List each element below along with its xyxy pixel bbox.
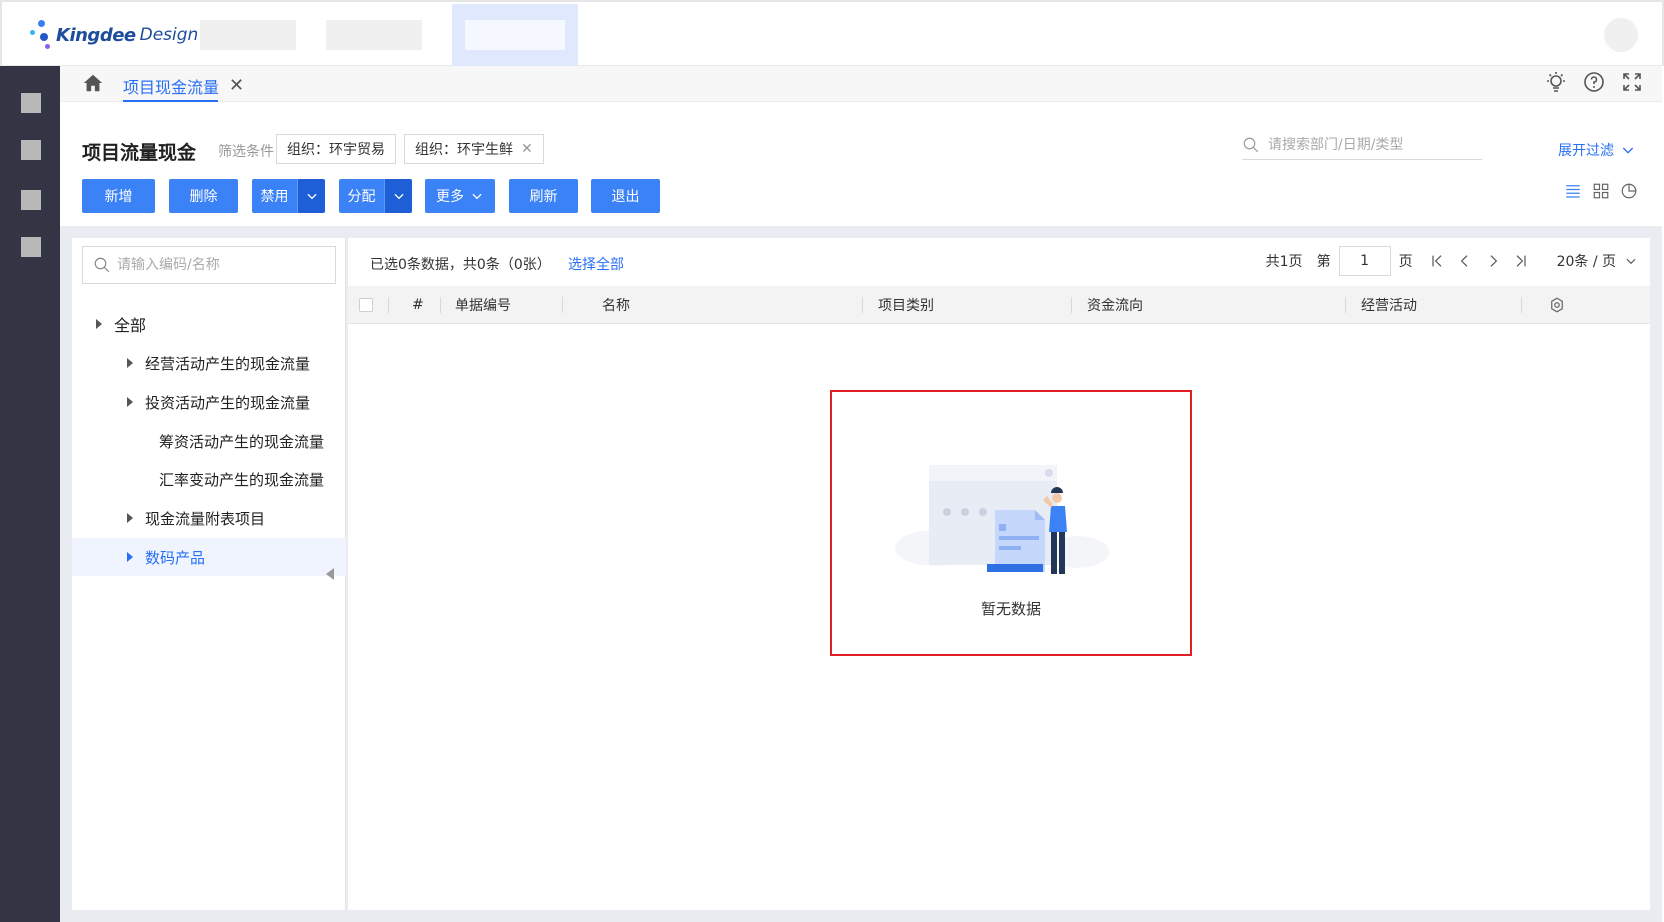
exit-button[interactable]: 退出 [591,179,660,213]
chevron-down-icon [1622,147,1634,154]
tree-item-supplementary[interactable]: 现金流量附表项目 [72,499,346,537]
avatar[interactable] [1604,18,1638,52]
grid-view-icon[interactable] [1592,182,1610,200]
next-page-icon[interactable] [1479,251,1507,271]
tree-item-all[interactable]: 全部 [72,305,346,343]
caret-right-icon[interactable] [127,552,133,562]
chart-view-icon[interactable] [1620,182,1638,200]
close-icon[interactable]: ✕ [229,77,244,95]
tree-panel: 全部 经营活动产生的现金流量 投资活动产生的现金流量 筹资活动产生的现金流量 汇… [72,238,346,910]
assign-button[interactable]: 分配 [339,179,412,213]
brand-logo[interactable]: Kingdee Design [30,20,198,50]
delete-button[interactable]: 删除 [169,179,238,213]
chevron-down-icon[interactable] [297,179,325,213]
column-doc-number[interactable]: 单据编号 [455,286,511,324]
tab-strip: 项目现金流量 ✕ [60,66,1662,102]
column-settings-icon[interactable] [1548,286,1566,324]
left-sidebar [0,66,60,922]
close-icon[interactable]: ✕ [521,141,533,157]
tree-search-input[interactable] [117,257,327,273]
selection-info: 已选0条数据，共0条（0张） [370,257,551,273]
sidebar-item-2-icon[interactable] [21,140,41,160]
page-title: 项目流量现金 [82,142,197,164]
page-header: 项目流量现金 筛选条件 组织：环宇贸易 组织：环宇生鲜✕ 展开过滤 新增 删除 … [60,102,1662,226]
column-project-category[interactable]: 项目类别 [878,286,934,324]
chevron-down-icon [472,193,482,200]
search-icon [1243,137,1259,152]
brand-name: Kingdee [56,24,136,46]
column-name[interactable]: 名称 [602,286,630,324]
caret-right-icon[interactable] [127,358,133,368]
brand-suffix: Design [139,25,199,45]
tab-label: 项目现金流量 [123,78,220,97]
more-button[interactable]: 更多 [425,179,495,213]
empty-text: 暂无数据 [980,600,1041,618]
tree-search [82,246,336,284]
refresh-button[interactable]: 刷新 [509,179,578,213]
search-icon [94,257,110,273]
tab-project-cash-flow[interactable]: 项目现金流量 ✕ [123,70,244,102]
table-header: # 单据编号 名称 项目类别 资金流向 经营活动 [348,286,1650,324]
caret-right-icon[interactable] [96,319,102,329]
chevron-down-icon[interactable] [384,179,412,213]
caret-right-icon[interactable] [127,513,133,523]
sidebar-item-4-icon[interactable] [21,237,41,257]
select-all-checkbox[interactable] [359,286,373,324]
tree-item-investing[interactable]: 投资活动产生的现金流量 [72,383,346,421]
top-search [1242,130,1482,160]
select-all-link[interactable]: 选择全部 [568,254,624,274]
expand-filter-link[interactable]: 展开过滤 [1558,140,1636,160]
tree-item-exchange[interactable]: 汇率变动产生的现金流量 [72,460,346,498]
tree-item-digital-products[interactable]: 数码产品 [72,538,346,576]
sidebar-item-1-icon[interactable] [21,93,41,113]
column-fund-direction[interactable]: 资金流向 [1087,286,1143,324]
collapse-panel-icon[interactable] [326,568,334,580]
filter-chip-org-2[interactable]: 组织：环宇生鲜 ✕ [404,134,544,164]
logo-dots-icon [30,20,56,50]
column-index: # [412,297,424,313]
search-input[interactable] [1268,136,1468,153]
page-size-select[interactable]: 20条 / 页 [1557,251,1638,271]
add-button[interactable]: 新增 [82,179,155,213]
fullscreen-icon[interactable] [1620,70,1644,94]
sidebar-item-3-icon[interactable] [21,190,41,210]
prev-page-icon[interactable] [1451,251,1479,271]
top-nav-item-1[interactable] [200,20,296,50]
first-page-icon[interactable] [1423,251,1451,271]
top-nav-item-2[interactable] [326,20,422,50]
total-pages: 共1页 [1265,254,1303,270]
chevron-down-icon [1626,258,1636,265]
help-icon[interactable] [1582,70,1606,94]
lightbulb-icon[interactable] [1544,70,1568,94]
disable-button[interactable]: 禁用 [252,179,325,213]
last-page-icon[interactable] [1507,251,1535,271]
top-bar: Kingdee Design [0,0,1664,66]
list-view-icon[interactable] [1564,182,1582,200]
filter-label: 筛选条件 [218,144,274,160]
home-icon[interactable] [82,72,104,94]
page-number-input[interactable]: 1 [1338,246,1391,276]
tree-item-operating[interactable]: 经营活动产生的现金流量 [72,344,346,382]
filter-chip-org-1[interactable]: 组织：环宇贸易 [276,134,396,164]
pagination: 共1页 第 1 页 20条 / 页 [1266,246,1638,276]
top-nav-item-3-active[interactable] [452,4,578,66]
empty-illustration-icon [895,465,1109,574]
tree-item-financing[interactable]: 筹资活动产生的现金流量 [72,422,346,460]
caret-right-icon[interactable] [127,397,133,407]
column-operating-activity[interactable]: 经营活动 [1361,286,1417,324]
table-panel: 已选0条数据，共0条（0张） 选择全部 共1页 第 1 页 20条 / 页 # … [348,238,1650,910]
empty-state: 暂无数据 [830,390,1192,656]
